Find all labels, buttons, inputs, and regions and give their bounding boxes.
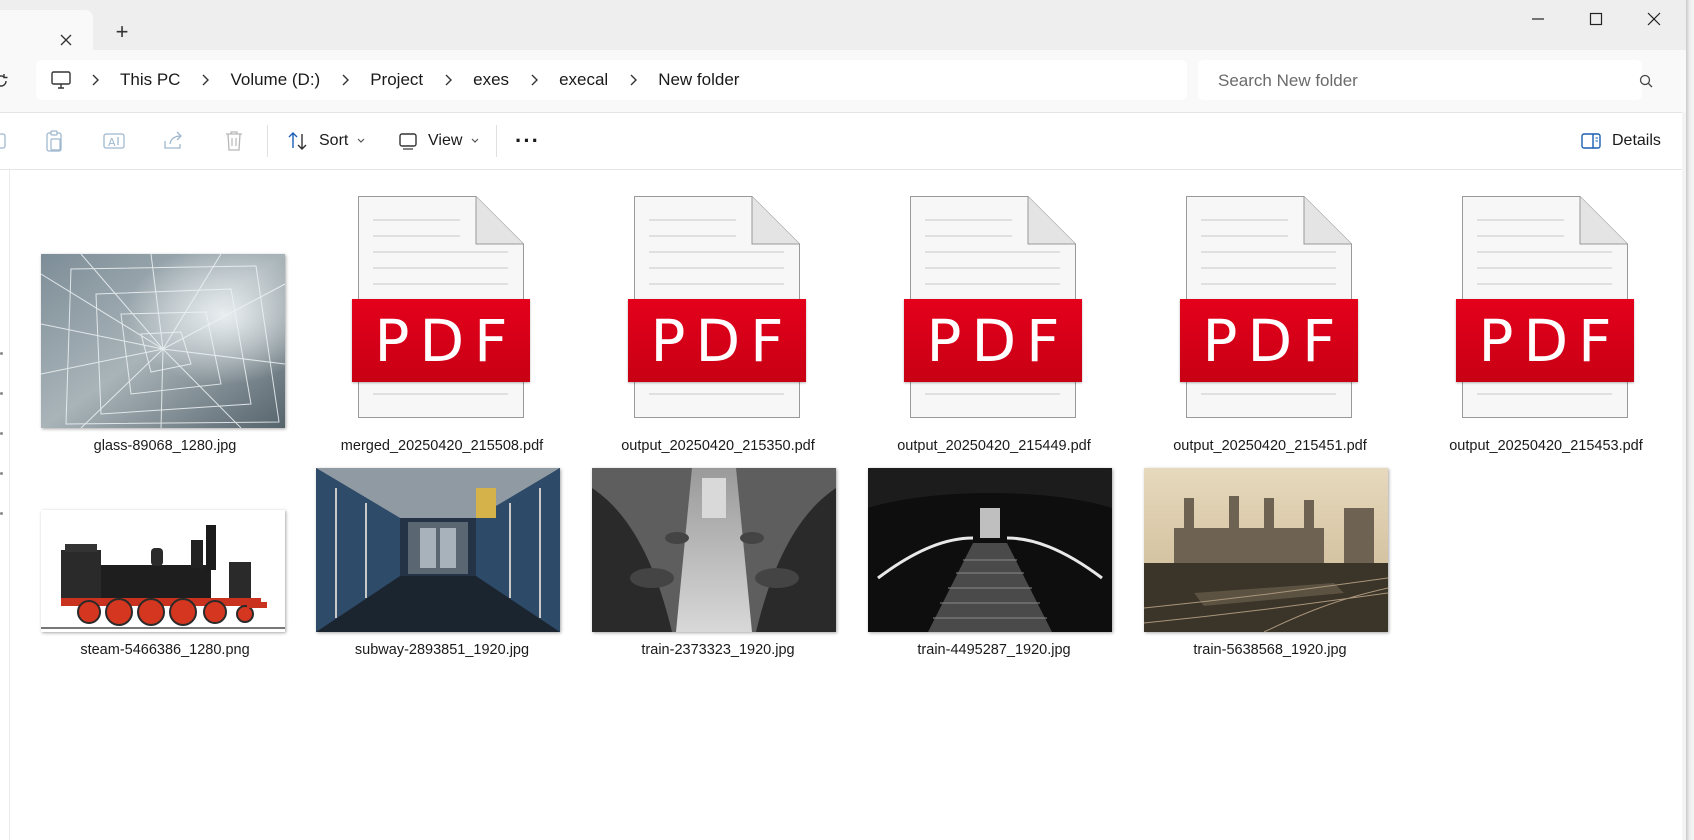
computer-icon[interactable] (50, 69, 72, 91)
search-box[interactable] (1198, 60, 1642, 102)
image-thumbnail-power-station-tracks (1143, 468, 1389, 633)
pdf-badge: PDF (1180, 299, 1358, 382)
pdf-file-icon: PDF (628, 196, 808, 422)
nav-dot (0, 472, 3, 475)
breadcrumb-execal[interactable]: execal (557, 70, 610, 90)
minimize-button[interactable] (1509, 0, 1567, 38)
file-item[interactable]: steam-5466386_1280.png (30, 466, 300, 666)
file-name-label: train-2373323_1920.jpg (641, 642, 795, 658)
file-item[interactable]: PDF output_20250420_215449.pdf (859, 180, 1129, 460)
details-button[interactable]: Details (1580, 125, 1661, 157)
chevron-right-icon[interactable] (198, 73, 212, 87)
file-item[interactable]: PDF output_20250420_215453.pdf (1411, 180, 1681, 460)
file-name-label: output_20250420_215350.pdf (621, 438, 815, 454)
file-item[interactable]: PDF merged_20250420_215508.pdf (307, 180, 577, 460)
rename-icon[interactable]: A (102, 129, 126, 153)
search-icon[interactable] (1638, 73, 1656, 91)
file-name-label: subway-2893851_1920.jpg (354, 642, 530, 658)
view-label: View (428, 132, 463, 149)
sort-button[interactable]: Sort (287, 125, 366, 157)
pdf-badge: PDF (352, 299, 530, 382)
image-thumbnail-subway-car-interior (316, 468, 560, 632)
maximize-icon (1589, 12, 1603, 26)
view-icon (399, 133, 417, 150)
pdf-badge: PDF (904, 299, 1082, 382)
file-item[interactable]: train-4495287_1920.jpg (859, 466, 1129, 666)
paste-icon[interactable] (42, 129, 66, 153)
chevron-down-icon (470, 137, 480, 145)
details-label: Details (1612, 132, 1661, 149)
plus-icon: + (115, 19, 129, 44)
file-name-label: train-5638568_1920.jpg (1193, 642, 1347, 658)
pdf-badge: PDF (628, 299, 806, 382)
more-icon: ··· (515, 128, 540, 153)
details-pane-icon (1581, 133, 1601, 149)
close-window-button[interactable] (1625, 0, 1683, 38)
breadcrumb[interactable]: This PC Volume (D:) Project exes execal … (36, 60, 1187, 100)
file-name-label: output_20250420_215451.pdf (1173, 438, 1367, 454)
file-item[interactable]: train-2373323_1920.jpg (583, 466, 853, 666)
close-tab-icon[interactable] (56, 30, 76, 50)
nav-dot (0, 512, 3, 515)
breadcrumb-exes[interactable]: exes (471, 70, 511, 90)
sort-label: Sort (319, 132, 349, 149)
pdf-file-icon: PDF (1456, 196, 1636, 422)
refresh-icon[interactable] (0, 72, 10, 90)
file-name-label: steam-5466386_1280.png (80, 642, 250, 658)
nav-dot (0, 392, 3, 395)
chevron-right-icon[interactable] (88, 73, 102, 87)
svg-text:A: A (108, 136, 116, 149)
maximize-button[interactable] (1567, 0, 1625, 38)
pdf-file-icon: PDF (904, 196, 1084, 422)
pdf-badge: PDF (1456, 299, 1634, 382)
pdf-file-icon: PDF (352, 196, 532, 422)
new-tab-button[interactable]: + (110, 20, 134, 44)
breadcrumb-project[interactable]: Project (368, 70, 425, 90)
chevron-down-icon (356, 137, 366, 145)
file-item[interactable]: subway-2893851_1920.jpg (307, 466, 577, 666)
command-bar: A Sort View ··· Details (0, 113, 1686, 170)
chevron-right-icon[interactable] (527, 73, 541, 87)
file-explorer-window: + This PC Volume (D:) Project exes execa… (0, 0, 1686, 840)
chevron-right-icon[interactable] (626, 73, 640, 87)
toolbar-divider (267, 125, 268, 157)
file-name-label: output_20250420_215453.pdf (1449, 438, 1643, 454)
view-button[interactable]: View (398, 125, 480, 157)
image-thumbnail-train-passengers (592, 468, 836, 632)
breadcrumb-new-folder[interactable]: New folder (656, 70, 741, 90)
file-name-label: merged_20250420_215508.pdf (340, 438, 544, 454)
close-icon (1647, 12, 1661, 26)
file-item[interactable]: PDF output_20250420_215350.pdf (583, 180, 853, 460)
breadcrumb-volume-d[interactable]: Volume (D:) (228, 70, 322, 90)
window-shadow (1686, 0, 1694, 840)
chevron-right-icon[interactable] (338, 73, 352, 87)
toolbar-divider (496, 125, 497, 157)
chevron-right-icon[interactable] (441, 73, 455, 87)
title-bar: + (0, 0, 1686, 50)
file-name-label: train-4495287_1920.jpg (917, 642, 1071, 658)
image-thumbnail-steam-locomotive (41, 510, 285, 632)
breadcrumb-this-pc[interactable]: This PC (118, 70, 182, 90)
file-item[interactable]: train-5638568_1920.jpg (1135, 466, 1405, 666)
delete-icon[interactable] (222, 129, 246, 153)
tab-current-folder[interactable] (0, 10, 93, 50)
pdf-file-icon: PDF (1180, 196, 1360, 422)
file-name-label: glass-89068_1280.jpg (93, 438, 237, 454)
copy-icon[interactable] (0, 129, 12, 153)
sort-icon (288, 132, 307, 150)
file-item[interactable]: glass-89068_1280.jpg (30, 180, 300, 460)
search-input[interactable] (1216, 60, 1600, 102)
navigation-pane-edge[interactable] (0, 170, 10, 840)
more-options-button[interactable]: ··· (515, 125, 540, 157)
image-thumbnail-shattered-glass (40, 253, 286, 429)
image-thumbnail-station-escalator (868, 468, 1112, 632)
nav-dot (0, 432, 3, 435)
file-item[interactable]: PDF output_20250420_215451.pdf (1135, 180, 1405, 460)
share-icon[interactable] (162, 129, 186, 153)
minimize-icon (1532, 18, 1544, 20)
file-name-label: output_20250420_215449.pdf (897, 438, 1091, 454)
address-bar-row: This PC Volume (D:) Project exes execal … (0, 50, 1686, 113)
nav-dot (0, 352, 3, 355)
